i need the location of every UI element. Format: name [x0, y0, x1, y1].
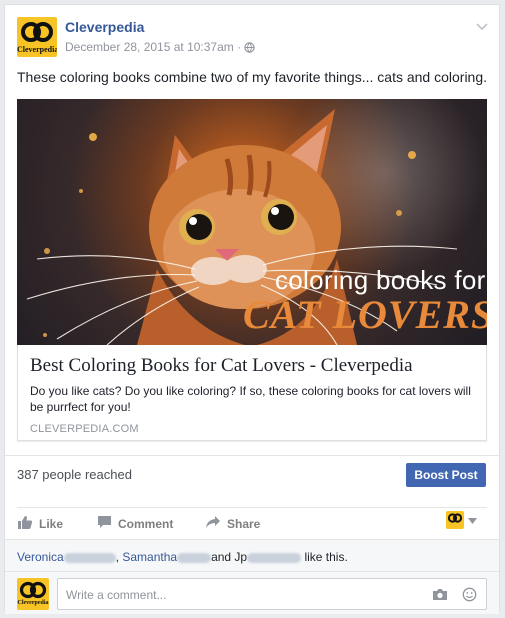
- comment-button[interactable]: Comment: [97, 515, 173, 532]
- link-description: Do you like cats? Do you like coloring? …: [30, 384, 471, 414]
- post-card: Cleverpedia Cleverpedia December 28, 201…: [4, 4, 500, 614]
- post-as-selector[interactable]: [446, 511, 477, 529]
- comment-label: Comment: [118, 516, 174, 531]
- liker-name[interactable]: Veronica: [17, 550, 64, 564]
- commenter-avatar: Cleverpedia: [17, 578, 49, 610]
- globe-icon[interactable]: [244, 42, 256, 56]
- comment-input[interactable]: Write a comment...: [57, 578, 487, 610]
- reach-stat[interactable]: 387 people reached: [17, 467, 132, 482]
- likes-summary: Veronica, Samantha and Jp like this.: [17, 550, 348, 564]
- post-message: These coloring books combine two of my f…: [17, 69, 488, 85]
- logo-label: Cleverpedia: [17, 45, 57, 54]
- page-avatar[interactable]: Cleverpedia: [17, 17, 57, 57]
- link-preview-body[interactable]: Best Coloring Books for Cat Lovers - Cle…: [17, 345, 487, 441]
- page-mini-avatar: [446, 511, 464, 529]
- liker-name[interactable]: Samantha: [122, 550, 177, 564]
- divider: [5, 571, 499, 572]
- redacted-name: [247, 552, 302, 563]
- link-title[interactable]: Best Coloring Books for Cat Lovers - Cle…: [30, 355, 413, 377]
- link-domain: CLEVERPEDIA.COM: [30, 423, 139, 435]
- image-caption-line2: CAT LOVERS: [243, 292, 487, 337]
- thumbs-up-icon: [17, 515, 33, 533]
- meta-separator: ·: [237, 40, 242, 54]
- chevron-down-icon[interactable]: [475, 19, 489, 37]
- caret-down-icon: [468, 511, 477, 529]
- likes-summary-bar: Veronica, Samantha and Jp like this. Clev…: [5, 539, 499, 614]
- timestamp-text[interactable]: December 28, 2015 at 10:37am: [65, 40, 234, 54]
- page-name-link[interactable]: Cleverpedia: [65, 19, 144, 35]
- divider: [5, 455, 499, 456]
- redacted-name: [63, 552, 116, 563]
- like-label: Like: [39, 517, 64, 531]
- like-button[interactable]: Like: [17, 515, 63, 533]
- post-timestamp[interactable]: December 28, 2015 at 10:37am ·: [65, 40, 256, 56]
- link-preview-image[interactable]: coloring books for CAT LOVERS: [17, 99, 487, 345]
- boost-post-button[interactable]: Boost Post: [406, 463, 486, 487]
- and-text: and Jp: [211, 550, 248, 564]
- share-button[interactable]: Share: [205, 515, 260, 532]
- likes-suffix: like this.: [304, 550, 348, 564]
- logo-label: Cleverpedia: [17, 600, 49, 606]
- redacted-name: [177, 552, 212, 563]
- divider: [17, 507, 487, 508]
- share-arrow-icon: [205, 515, 221, 532]
- camera-icon[interactable]: [432, 588, 448, 606]
- share-label: Share: [227, 516, 261, 531]
- comment-placeholder: Write a comment...: [66, 588, 167, 602]
- comment-bubble-icon: [97, 515, 112, 532]
- emoji-icon[interactable]: [462, 587, 477, 607]
